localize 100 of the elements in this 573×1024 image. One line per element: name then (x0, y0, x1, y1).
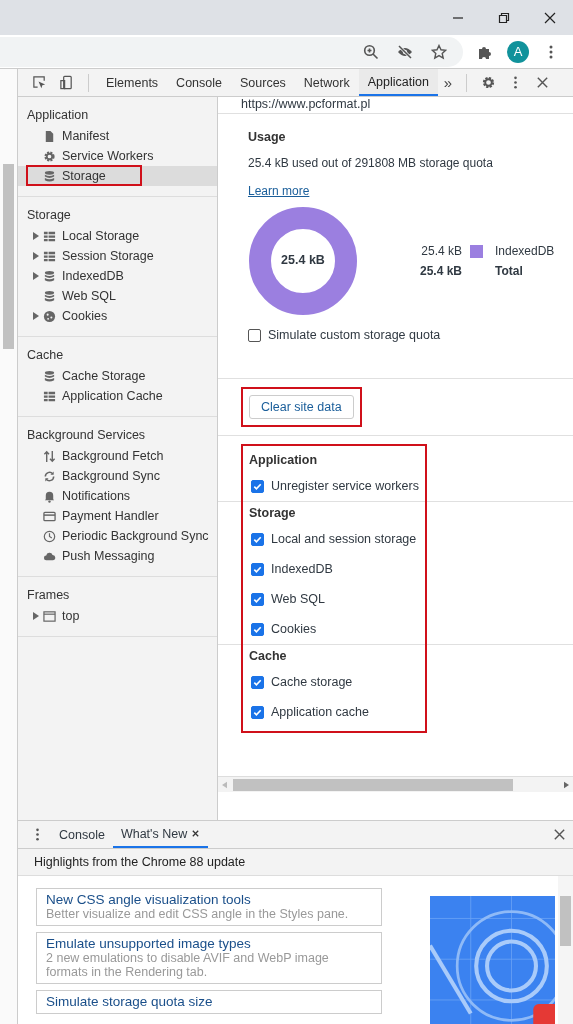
zoom-icon[interactable] (363, 43, 379, 60)
sidebar-item[interactable]: Notifications (18, 486, 217, 506)
expand-arrow-icon[interactable] (33, 252, 39, 260)
section-heading: Background Services (26, 427, 147, 444)
legend-label: IndexedDB (495, 244, 555, 258)
checkbox[interactable] (251, 705, 264, 719)
total-value: 25.4 kB (418, 264, 462, 278)
sidebar-item[interactable]: Session Storage (18, 246, 217, 266)
sidebar-item[interactable]: Background Fetch (18, 446, 217, 466)
cookie-icon (43, 309, 56, 323)
origin-url: https://www.pcformat.pl (218, 97, 573, 114)
feature-card[interactable]: New CSS angle visualization tools Better visualize and edit CSS angle in the Styles pane. (36, 888, 382, 926)
checkbox[interactable] (251, 592, 264, 606)
sidebar-item[interactable]: top (18, 606, 217, 626)
checkbox-label: Cache storage (271, 675, 353, 689)
group-heading: Storage (249, 506, 297, 522)
checkbox[interactable] (251, 622, 264, 636)
sidebar-item[interactable]: Push Messaging (18, 546, 217, 566)
usage-heading: Usage (248, 130, 287, 144)
learn-more-link[interactable]: Learn more (248, 184, 310, 198)
checkbox[interactable] (251, 675, 264, 689)
expand-arrow-icon[interactable] (33, 272, 39, 280)
drawer-tab[interactable]: What's New (112, 821, 209, 848)
sidebar-item[interactable]: Periodic Background Sync (18, 526, 217, 546)
checkbox-label: Local and session storage (271, 532, 417, 546)
database-icon (43, 369, 56, 383)
close-tab-icon[interactable] (191, 829, 201, 838)
expand-arrow-icon[interactable] (33, 312, 39, 320)
eye-slash-icon[interactable] (397, 43, 413, 60)
group-heading: Application (249, 453, 319, 469)
checkbox-label: Unregister service workers (271, 479, 419, 493)
feature-description: 2 new emulations to disable AVIF and WebP image formats in the Rendering tab. (46, 951, 330, 979)
section-heading: Application (26, 107, 90, 124)
devtools-tab[interactable]: Elements (97, 69, 168, 96)
database-icon (43, 269, 56, 283)
checkbox[interactable] (251, 479, 264, 493)
sidebar-item[interactable]: Application Cache (18, 386, 217, 406)
database-icon (43, 169, 56, 183)
grid-icon (43, 249, 56, 263)
sidebar-item[interactable]: Background Sync (18, 466, 217, 486)
group-heading: Cache (249, 649, 288, 665)
checkbox[interactable] (248, 328, 261, 342)
star-icon[interactable] (431, 43, 447, 60)
sidebar-item[interactable]: Manifest (18, 126, 217, 146)
clear-site-data-button[interactable]: Clear site data (249, 395, 354, 419)
checkbox-label: Application cache (271, 705, 369, 719)
restore-icon[interactable] (498, 11, 510, 24)
device-icon[interactable] (59, 75, 74, 90)
checkbox[interactable] (251, 532, 264, 546)
page-scrollbar[interactable] (0, 69, 18, 1024)
vertical-scrollbar[interactable] (558, 876, 573, 1024)
sidebar-item[interactable]: Cookies (18, 306, 217, 326)
settings-icon[interactable] (481, 75, 497, 90)
up-down-arrows-icon (43, 449, 56, 463)
feature-title[interactable]: Simulate storage quota size (46, 994, 372, 1009)
window-frame-icon (43, 609, 56, 623)
checkbox-label: IndexedDB (271, 562, 333, 576)
drawer-tab[interactable]: Console (51, 821, 113, 848)
feature-description: Better visualize and edit CSS angle in the Styles pane. (46, 907, 350, 921)
legend-value: 25.4 kB (420, 244, 462, 258)
sync-icon (43, 469, 56, 483)
expand-arrow-icon[interactable] (33, 612, 39, 620)
total-label: Total (495, 264, 523, 278)
usage-summary: 25.4 kB used out of 291808 MB storage quota (248, 156, 494, 170)
database-icon (43, 289, 56, 303)
profile-avatar[interactable]: A (507, 40, 529, 63)
section-heading: Storage (26, 207, 72, 224)
document-icon (43, 129, 56, 143)
section-heading: Frames (26, 587, 71, 604)
checkbox[interactable] (251, 562, 264, 576)
scroll-right-icon[interactable] (564, 780, 569, 789)
sidebar-item[interactable]: IndexedDB (18, 266, 217, 286)
horizontal-scrollbar[interactable] (218, 776, 573, 792)
sidebar-item[interactable]: Payment Handler (18, 506, 217, 526)
devtools-tab[interactable]: Network (294, 69, 359, 96)
donut-label: 25.4 kB (280, 253, 326, 267)
bell-icon (43, 489, 56, 503)
sidebar-item[interactable]: Web SQL (18, 286, 217, 306)
close-icon[interactable] (544, 11, 556, 24)
checkbox-label: Cookies (271, 622, 317, 636)
checkbox-label: Simulate custom storage quota (268, 328, 441, 342)
grid-icon (43, 229, 56, 243)
credit-card-icon (43, 509, 56, 523)
expand-arrow-icon[interactable] (33, 232, 39, 240)
devtools-tab[interactable]: Sources (231, 69, 295, 96)
more-tabs-button[interactable]: » (437, 74, 459, 91)
feature-card[interactable]: Emulate unsupported image types 2 new emulations to disable AVIF and WebP image formats in the Rendering tab. (36, 932, 382, 984)
feature-title[interactable]: Emulate unsupported image types (46, 936, 372, 951)
feature-card[interactable]: Simulate storage quota size (36, 990, 382, 1014)
inspect-icon[interactable] (32, 75, 47, 90)
gear-icon (43, 149, 56, 163)
sidebar-item[interactable]: Storage (18, 166, 217, 186)
clock-icon (43, 529, 56, 543)
close-icon[interactable] (552, 827, 567, 842)
sidebar-item[interactable]: Service Workers (18, 146, 217, 166)
sidebar-item[interactable]: Local Storage (18, 226, 217, 246)
devtools-tab[interactable]: Console (167, 69, 231, 96)
devtools-tab[interactable]: Application (358, 69, 438, 96)
feature-title[interactable]: New CSS angle visualization tools (46, 892, 372, 907)
sidebar-item[interactable]: Cache Storage (18, 366, 217, 386)
